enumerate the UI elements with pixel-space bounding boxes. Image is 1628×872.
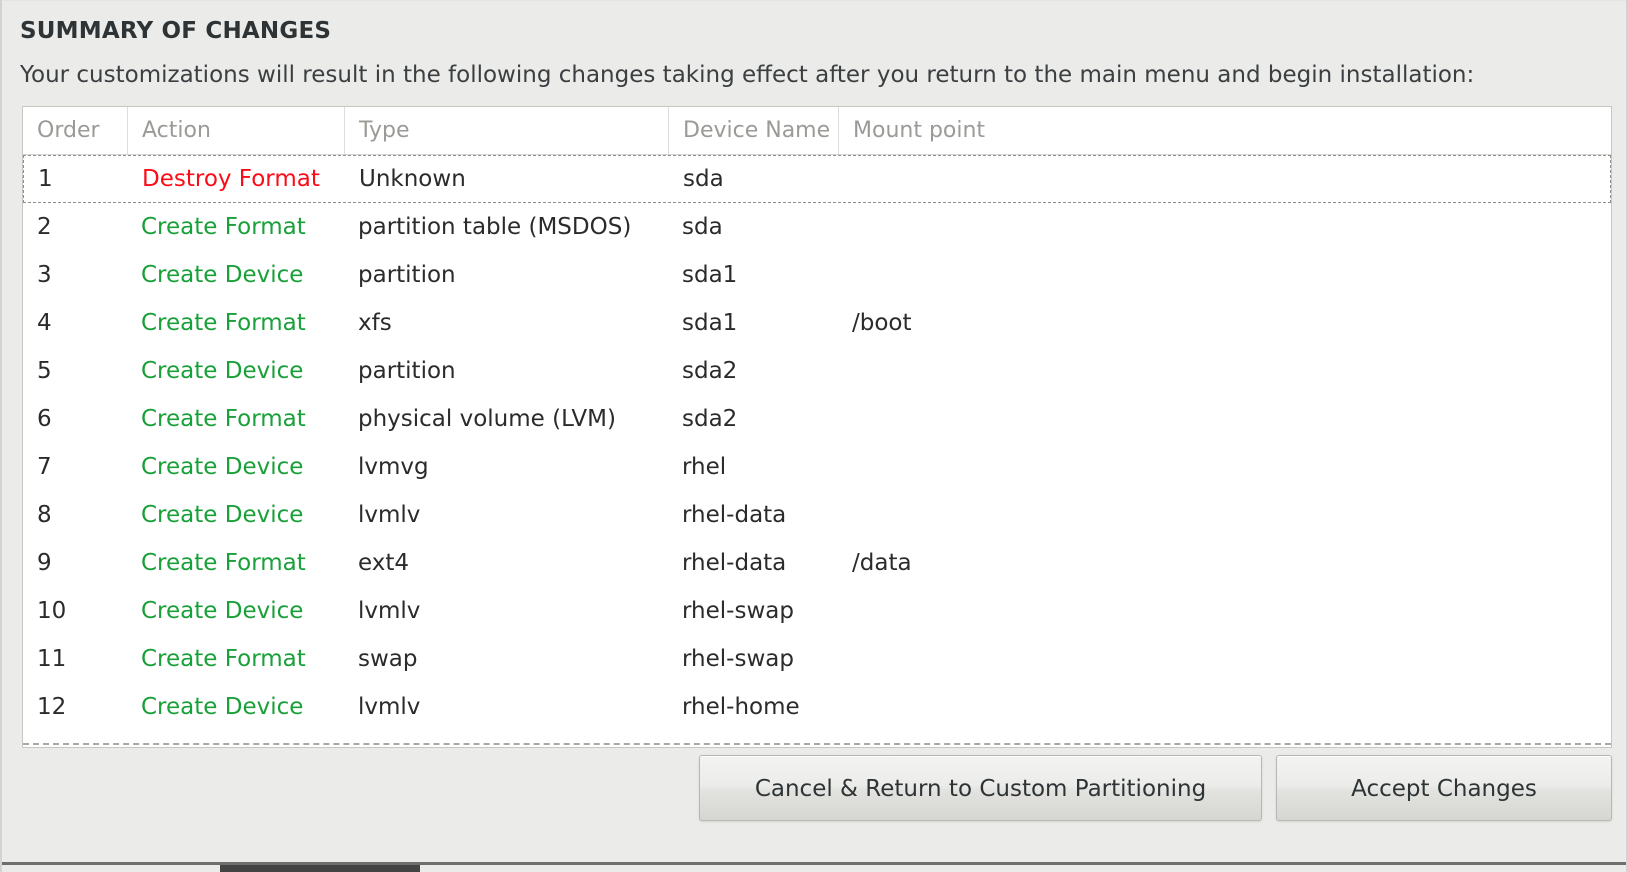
- cell-action: Destroy Format: [142, 166, 320, 192]
- cell-type: lvmlv: [358, 502, 421, 528]
- cell-device: rhel-home: [682, 694, 800, 720]
- table-row[interactable]: 9 Create Format ext4 rhel-data/data: [23, 539, 1611, 587]
- cell-order: 6: [37, 406, 52, 432]
- cell-type: partition table (MSDOS): [358, 214, 632, 240]
- window-bottom-edge: [2, 862, 1626, 872]
- cell-order: 8: [37, 502, 52, 528]
- cell-type: physical volume (LVM): [358, 406, 616, 432]
- cell-type: xfs: [358, 310, 392, 336]
- cell-mount: [839, 156, 1611, 204]
- cell-order: 12: [37, 694, 67, 720]
- cell-action: Create Device: [141, 454, 304, 480]
- cell-mount: [838, 587, 1611, 635]
- column-header-type[interactable]: Type: [344, 107, 668, 154]
- cell-order: 7: [37, 454, 52, 480]
- table-row[interactable]: 10 Create Device lvmlv rhel-swap: [23, 587, 1611, 635]
- cell-order: 2: [37, 214, 52, 240]
- cell-type: swap: [358, 646, 418, 672]
- page-title: SUMMARY OF CHANGES: [20, 18, 332, 44]
- table-row[interactable]: 2 Create Format partition table (MSDOS) sda: [23, 203, 1611, 251]
- cell-device: sda2: [682, 406, 738, 432]
- cell-device: rhel: [682, 454, 727, 480]
- cell-mount: [838, 395, 1611, 443]
- cell-action: Create Device: [141, 694, 304, 720]
- cell-type: partition: [358, 358, 456, 384]
- cell-order: 10: [37, 598, 67, 624]
- cell-order: 3: [37, 262, 52, 288]
- summary-of-changes-dialog: SUMMARY OF CHANGES Your customizations w…: [0, 0, 1628, 872]
- cell-device: sda: [682, 214, 723, 240]
- cell-action: Create Device: [141, 358, 304, 384]
- cell-mount: [838, 491, 1611, 539]
- cell-device: rhel-data: [682, 502, 787, 528]
- cell-type: partition: [358, 262, 456, 288]
- table-row[interactable]: 4 Create Format xfs sda1/boot: [23, 299, 1611, 347]
- table-row[interactable]: 3 Create Device partition sda1: [23, 251, 1611, 299]
- column-header-order[interactable]: Order: [23, 107, 127, 154]
- column-header-action[interactable]: Action: [127, 107, 344, 154]
- cell-mount: [838, 443, 1611, 491]
- cell-action: Create Device: [141, 262, 304, 288]
- cell-order: 9: [37, 550, 52, 576]
- cell-order: 5: [37, 358, 52, 384]
- cell-mount: [838, 203, 1611, 251]
- table-row[interactable]: 6 Create Format physical volume (LVM) sda2: [23, 395, 1611, 443]
- table-row[interactable]: 8 Create Device lvmlv rhel-data: [23, 491, 1611, 539]
- cell-action: Create Format: [141, 646, 306, 672]
- cell-mount: /boot: [852, 310, 912, 336]
- cell-order: 11: [37, 646, 67, 672]
- cell-action: Create Device: [141, 598, 304, 624]
- cell-type: Unknown: [359, 166, 466, 192]
- table-row[interactable]: 5 Create Device partition sda2: [23, 347, 1611, 395]
- cell-type: ext4: [358, 550, 410, 576]
- cell-mount: /data: [852, 550, 912, 576]
- table-row[interactable]: 11 Create Format swap rhel-swap: [23, 635, 1611, 683]
- table-row[interactable]: 7 Create Device lvmvg rhel: [23, 443, 1611, 491]
- table-body: 1 Destroy Format Unknown sda 2 Create Format p…: [23, 155, 1611, 747]
- cell-action: Create Format: [141, 406, 306, 432]
- cell-action: Create Device: [141, 502, 304, 528]
- table-header-row: Order Action Type Device Name Mount poin…: [23, 107, 1611, 155]
- table-row[interactable]: 1 Destroy Format Unknown sda: [23, 155, 1611, 203]
- cell-device: rhel-swap: [682, 646, 794, 672]
- column-header-mount-point[interactable]: Mount point: [838, 107, 1611, 154]
- cell-mount: [838, 683, 1611, 731]
- scroll-viewport-edge: [23, 743, 1611, 747]
- cell-order: 4: [37, 310, 52, 336]
- cell-mount: [838, 635, 1611, 683]
- cell-action: Create Format: [141, 310, 306, 336]
- cell-device: rhel-swap: [682, 598, 794, 624]
- dialog-description: Your customizations will result in the f…: [20, 62, 1475, 88]
- accept-changes-button[interactable]: Accept Changes: [1276, 755, 1612, 821]
- cell-device: rhel-data: [682, 550, 787, 576]
- cell-type: lvmvg: [358, 454, 429, 480]
- cell-mount: [838, 347, 1611, 395]
- cell-order: 1: [38, 166, 53, 192]
- changes-table: Order Action Type Device Name Mount poin…: [22, 106, 1612, 748]
- cell-type: lvmlv: [358, 598, 421, 624]
- cell-action: Create Format: [141, 550, 306, 576]
- cell-device: sda1: [682, 262, 738, 288]
- column-header-device-name[interactable]: Device Name: [668, 107, 838, 154]
- table-row[interactable]: 12 Create Device lvmlv rhel-home: [23, 683, 1611, 731]
- top-divider: [2, 0, 1626, 1]
- cell-action: Create Format: [141, 214, 306, 240]
- cell-device: sda: [683, 166, 724, 192]
- cell-mount: [838, 251, 1611, 299]
- cell-device: sda1: [682, 310, 738, 336]
- cancel-and-return-button[interactable]: Cancel & Return to Custom Partitioning: [699, 755, 1262, 821]
- cell-device: sda2: [682, 358, 738, 384]
- cell-type: lvmlv: [358, 694, 421, 720]
